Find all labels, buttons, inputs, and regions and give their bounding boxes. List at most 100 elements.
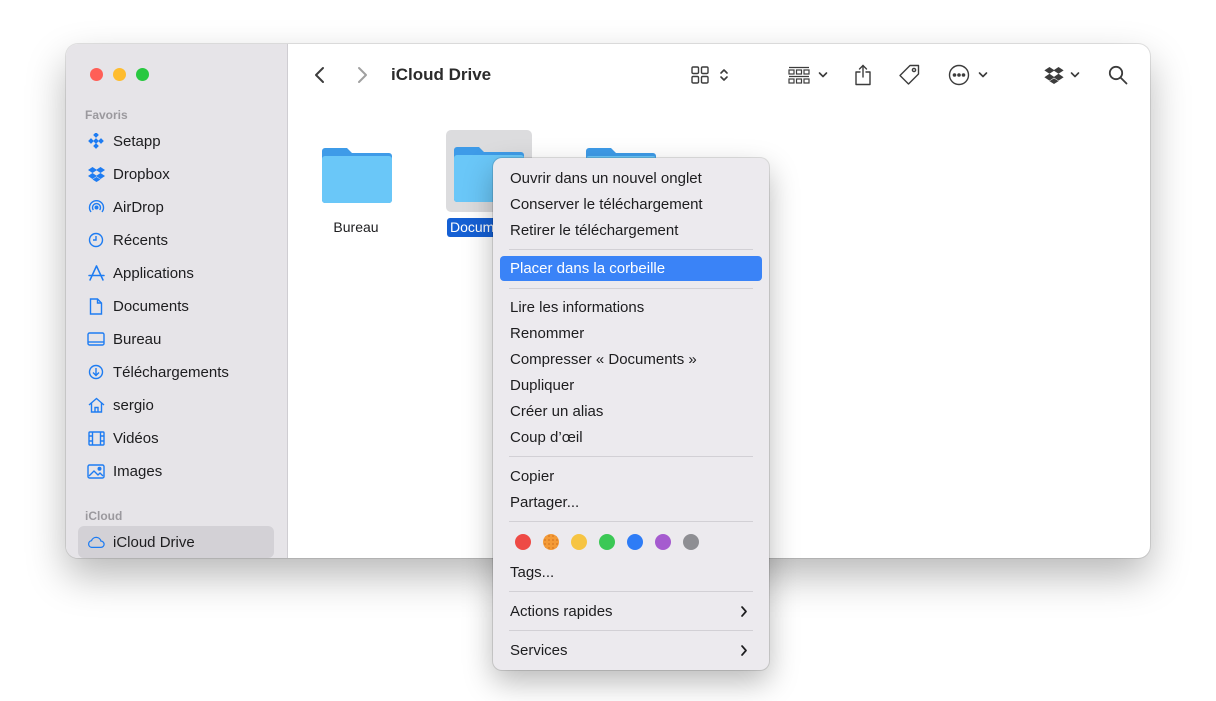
toolbar: iCloud Drive [288, 44, 1150, 106]
forward-button[interactable] [356, 62, 368, 88]
sidebar-item-images[interactable]: Images [78, 456, 274, 486]
tag-button[interactable] [898, 62, 920, 88]
grid-view-icon [691, 66, 709, 84]
sidebar-section-favorites: Favoris [85, 108, 128, 122]
document-icon [87, 297, 105, 315]
applications-icon [87, 264, 105, 282]
sidebar-item-dropbox[interactable]: Dropbox [78, 159, 274, 189]
home-icon [87, 396, 105, 414]
menu-item-quick-actions[interactable]: Actions rapides [500, 599, 762, 624]
tag-color-green[interactable] [599, 534, 615, 550]
tag-color-blue[interactable] [627, 534, 643, 550]
context-menu: Ouvrir dans un nouvel onglet Conserver l… [493, 158, 769, 670]
sidebar-item-label: AirDrop [113, 198, 164, 216]
sidebar-item-label: Setapp [113, 132, 161, 150]
menu-item-services[interactable]: Services [500, 638, 762, 663]
share-icon [855, 64, 871, 86]
close-window-button[interactable] [90, 68, 103, 81]
menu-item-keep-downloaded[interactable]: Conserver le téléchargement [500, 192, 762, 217]
menu-separator [509, 630, 753, 631]
sidebar-item-label: Dropbox [113, 165, 170, 183]
sidebar-item-label: Documents [113, 297, 189, 315]
sidebar-item-label: Images [113, 462, 163, 480]
menu-separator [509, 288, 753, 289]
sidebar-item-airdrop[interactable]: AirDrop [78, 192, 274, 222]
chevron-down-icon [978, 72, 988, 78]
sidebar-item-home[interactable]: sergio [78, 390, 274, 420]
menu-item-rename[interactable]: Renommer [500, 321, 762, 346]
sidebar-item-label: iCloud Drive [113, 533, 195, 551]
share-button[interactable] [854, 62, 872, 88]
sidebar-item-label: Applications [113, 264, 194, 282]
tag-color-purple[interactable] [655, 534, 671, 550]
sidebar-item-documents[interactable]: Documents [78, 291, 274, 321]
dropbox-toolbar-button[interactable] [1044, 62, 1080, 88]
menu-item-copy[interactable]: Copier [500, 464, 762, 489]
menu-item-duplicate[interactable]: Dupliquer [500, 373, 762, 398]
setapp-icon [87, 132, 105, 150]
group-button[interactable] [788, 62, 828, 88]
menu-item-make-alias[interactable]: Créer un alias [500, 399, 762, 424]
tag-color-orange[interactable] [543, 534, 559, 550]
chevron-right-icon [741, 606, 747, 617]
sidebar-item-bureau[interactable]: Bureau [78, 324, 274, 354]
back-button[interactable] [314, 62, 326, 88]
menu-item-compress[interactable]: Compresser « Documents » [500, 347, 762, 372]
clock-icon [87, 231, 105, 249]
sidebar-item-videos[interactable]: Vidéos [78, 423, 274, 453]
tag-icon [899, 64, 920, 85]
sidebar-item-downloads[interactable]: Téléchargements [78, 357, 274, 387]
sidebar-section-icloud: iCloud [85, 509, 123, 523]
sidebar-item-label: Téléchargements [113, 363, 229, 381]
group-icon [788, 66, 810, 84]
view-mode-button[interactable] [691, 62, 729, 88]
search-button[interactable] [1108, 62, 1128, 88]
more-actions-button[interactable] [948, 62, 988, 88]
chevron-right-icon [741, 645, 747, 656]
sidebar-item-setapp[interactable]: Setapp [78, 126, 274, 156]
menu-item-quick-look[interactable]: Coup d’œil [500, 425, 762, 450]
search-icon [1108, 65, 1128, 85]
chevron-down-icon [1070, 72, 1080, 78]
menu-separator [509, 591, 753, 592]
sidebar-item-label: Bureau [113, 330, 162, 348]
file-name: Bureau [333, 219, 379, 235]
more-icon [948, 64, 970, 86]
film-icon [87, 429, 105, 447]
sidebar-item-icloud-drive[interactable]: iCloud Drive [78, 526, 274, 558]
menu-item-move-to-trash[interactable]: Placer dans la corbeille [500, 256, 762, 281]
sidebar-item-label: sergio [113, 396, 154, 414]
minimize-window-button[interactable] [113, 68, 126, 81]
menu-separator [509, 249, 753, 250]
menu-separator [509, 456, 753, 457]
photo-icon [87, 462, 105, 480]
sidebar-item-recents[interactable]: Récents [78, 225, 274, 255]
window-title: iCloud Drive [391, 65, 492, 84]
sidebar: Favoris Setapp Dropbox AirDrop Récents A… [66, 44, 288, 558]
menu-item-tags[interactable]: Tags... [500, 560, 762, 585]
chevron-down-icon [818, 72, 828, 78]
download-icon [87, 363, 105, 381]
menu-item-get-info[interactable]: Lire les informations [500, 295, 762, 320]
folder-item[interactable]: Bureau [313, 139, 399, 239]
dropbox-icon [1044, 66, 1064, 84]
menu-item-share[interactable]: Partager... [500, 490, 762, 515]
menu-item-remove-download[interactable]: Retirer le téléchargement [500, 218, 762, 243]
menu-separator [509, 521, 753, 522]
desktop-icon [87, 330, 105, 348]
sidebar-item-label: Récents [113, 231, 169, 249]
menu-item-open-new-tab[interactable]: Ouvrir dans un nouvel onglet [500, 166, 762, 191]
zoom-window-button[interactable] [136, 68, 149, 81]
tag-color-gray[interactable] [683, 534, 699, 550]
sidebar-item-applications[interactable]: Applications [78, 258, 274, 288]
tag-color-red[interactable] [515, 534, 531, 550]
sidebar-item-label: Vidéos [113, 429, 159, 447]
cloud-icon [87, 533, 105, 551]
airdrop-icon [87, 198, 105, 216]
folder-icon [322, 148, 392, 203]
back-arrow-icon [315, 67, 324, 83]
tag-color-yellow[interactable] [571, 534, 587, 550]
forward-arrow-icon [358, 67, 367, 83]
updown-chevron-icon [720, 69, 728, 81]
dropbox-icon [87, 165, 105, 183]
